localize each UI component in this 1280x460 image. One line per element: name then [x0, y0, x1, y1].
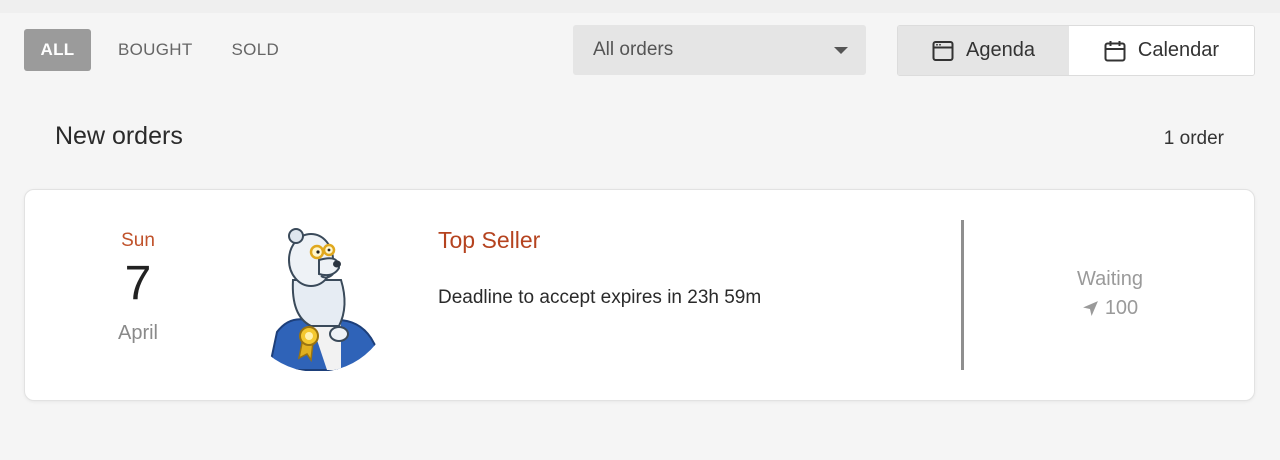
agenda-label: Agenda [966, 39, 1035, 61]
order-filter-dropdown[interactable]: All orders [573, 25, 866, 75]
order-month: April [117, 322, 158, 344]
section-title: New orders [55, 122, 183, 150]
navigation-arrow-icon [1082, 301, 1098, 316]
calendar-button[interactable]: Calendar [1069, 26, 1254, 75]
calendar-icon [1104, 40, 1126, 61]
order-day: 7 [124, 257, 152, 310]
caret-down-icon [834, 47, 848, 54]
order-count: 1 order [1163, 128, 1224, 149]
view-toggle: Agenda Calendar [897, 25, 1255, 76]
points-value: 100 [1104, 297, 1139, 319]
card-divider [961, 220, 964, 370]
deadline-text: Deadline to accept expires in 23h 59m [438, 287, 762, 308]
tab-sold[interactable]: SOLD [214, 29, 298, 71]
agenda-icon [932, 40, 954, 61]
seller-avatar [241, 220, 393, 372]
order-date: Sun 7 April [88, 230, 188, 345]
top-strip [0, 0, 1280, 13]
order-filter-value: All orders [593, 39, 674, 60]
filter-tabs: ALL BOUGHT SOLD [24, 29, 297, 71]
tab-bought[interactable]: BOUGHT [100, 29, 214, 71]
seller-name[interactable]: Top Seller [438, 227, 540, 254]
tab-all[interactable]: ALL [24, 29, 91, 71]
calendar-label: Calendar [1137, 39, 1220, 61]
status-label: Waiting [1077, 268, 1143, 290]
polar-bear-mascot-icon [267, 228, 391, 371]
points: 100 [1055, 297, 1165, 320]
order-card[interactable]: Sun 7 April Top Seller Deadline to accep… [24, 189, 1255, 401]
order-weekday: Sun [121, 230, 155, 251]
agenda-button[interactable]: Agenda [898, 26, 1069, 75]
order-status: Waiting 100 [1055, 268, 1165, 320]
